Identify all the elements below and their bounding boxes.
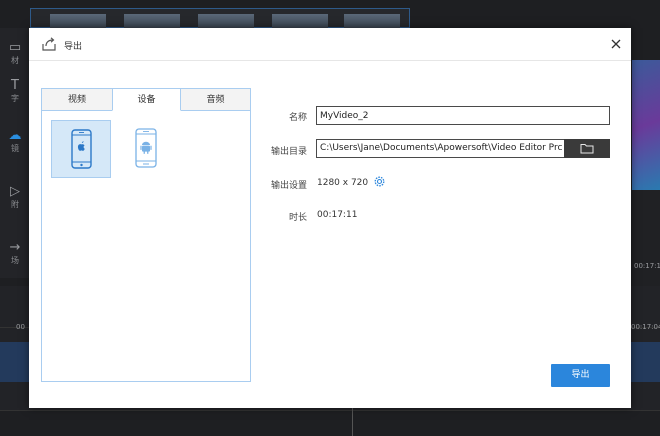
output-dir-label: 输出目录 (270, 147, 307, 157)
tool-media[interactable]: ▭ 材 (0, 40, 30, 66)
export-icon (42, 37, 56, 51)
tool-label: 场 (11, 256, 19, 265)
preview-thumbnail (272, 14, 328, 28)
text-icon: T (11, 78, 19, 93)
dialog-header: 导出 (29, 28, 631, 61)
dialog-title: 导出 (64, 42, 83, 52)
preview-thumbnail (344, 14, 400, 28)
android-icon (135, 128, 157, 168)
export-dialog: 导出 视频 设备 音频 名称 MyVideo_2 输出目录 C:\Users\J… (29, 28, 631, 408)
device-iphone[interactable] (51, 120, 111, 178)
preview-controls (632, 190, 660, 290)
tool-overlay[interactable]: ▷ 附 (0, 184, 30, 210)
export-button[interactable]: 导出 (551, 364, 610, 387)
tool-text[interactable]: T 字 (0, 78, 30, 104)
arrow-icon: → (9, 240, 21, 255)
tool-label: 附 (11, 200, 19, 209)
audio-track[interactable] (0, 410, 660, 436)
folder-icon (580, 144, 594, 154)
iphone-icon (71, 129, 92, 169)
playhead[interactable] (352, 408, 353, 436)
playback-time: 00:17:1 (634, 262, 660, 270)
output-settings-label: 输出设置 (270, 181, 307, 191)
play-icon: ▷ (10, 184, 20, 199)
tab-audio[interactable]: 音频 (181, 89, 250, 111)
ruler-time: 00 (16, 323, 25, 331)
tab-video[interactable]: 视频 (42, 89, 112, 111)
cloud-icon: ☁ (8, 128, 22, 143)
folder-icon: ▭ (8, 40, 22, 55)
name-label: 名称 (288, 113, 307, 123)
browse-folder-button[interactable] (564, 139, 610, 158)
close-icon[interactable] (609, 37, 623, 51)
format-tabs: 视频 设备 音频 (42, 89, 250, 111)
tool-transition[interactable]: → 场 (0, 240, 30, 266)
preview-thumbnail (198, 14, 254, 28)
tool-label: 材 (11, 56, 19, 65)
ruler-time: 00:17:04:0 (631, 323, 660, 331)
output-dir-field[interactable]: C:\Users\Jane\Documents\Apowersoft\Video… (316, 139, 565, 158)
preview-thumbnail (124, 14, 180, 28)
output-settings-value: 1280 x 720 (317, 178, 369, 188)
gear-icon[interactable] (373, 175, 386, 188)
duration-value: 00:17:11 (317, 210, 358, 220)
device-panel: 视频 设备 音频 (41, 88, 251, 382)
tool-filter[interactable]: ☁ 镜 (0, 128, 30, 154)
tool-label: 字 (11, 94, 19, 103)
preview-image (632, 60, 660, 190)
preview-thumbnail (50, 14, 106, 28)
device-android[interactable] (115, 120, 175, 178)
tool-label: 镜 (11, 144, 19, 153)
tab-device[interactable]: 设备 (112, 89, 181, 111)
name-input[interactable] (316, 106, 610, 125)
duration-label: 时长 (288, 213, 307, 223)
